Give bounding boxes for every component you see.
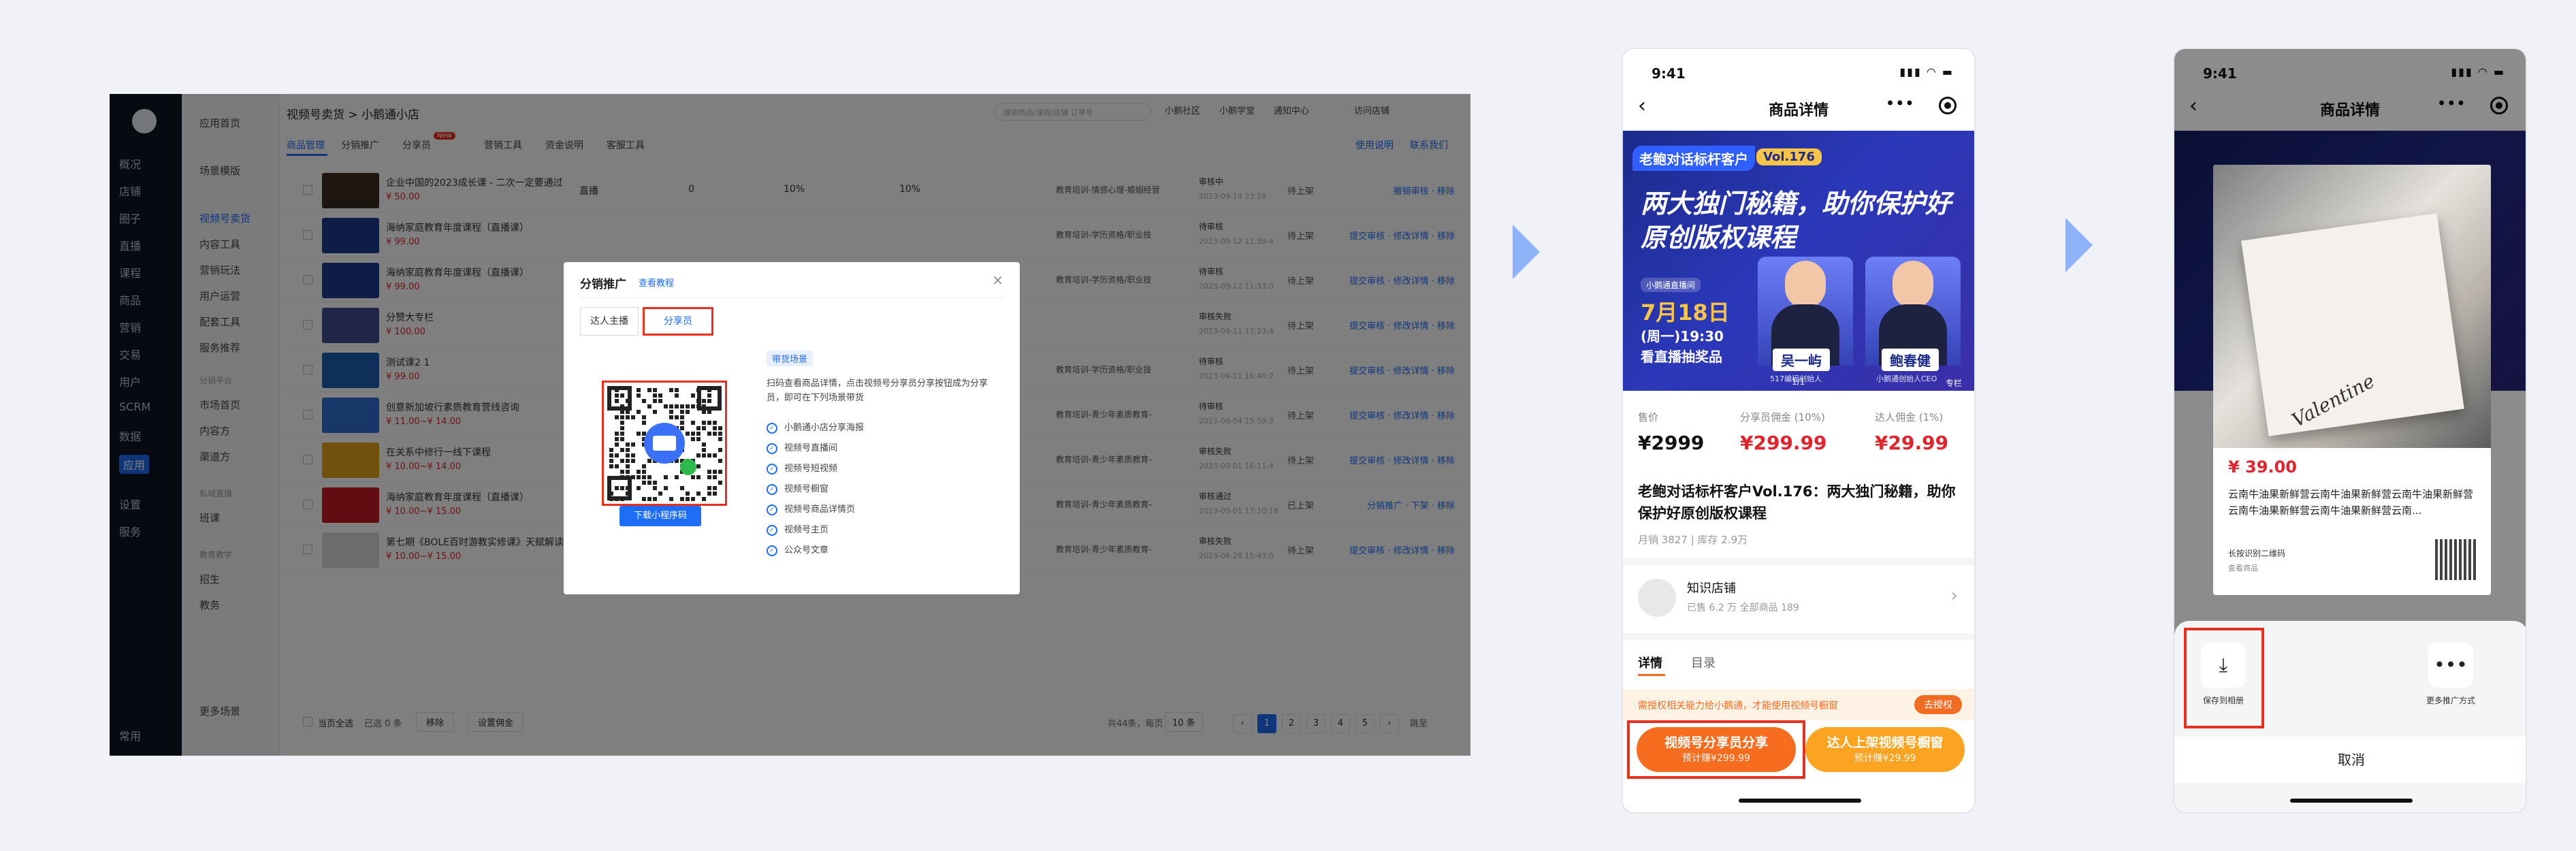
status-icons: ▮▮▮ ◠ ▬ <box>1899 65 1954 78</box>
scene-item: ✓ 视频号主页 <box>767 522 828 536</box>
scene-item-label: 视频号主页 <box>784 525 829 535</box>
distribution-modal: 分销推广 查看教程 × 达人主播 分享员 下载小程序码 带货场景 扫码查看商品详… <box>564 262 1020 594</box>
poster-subcaption: 查看商品 <box>2228 564 2258 573</box>
check-icon: ✓ <box>767 545 777 556</box>
sale-price: ¥2999 <box>1638 432 1705 454</box>
poster-price: ¥ 39.00 <box>2228 457 2297 477</box>
section-divider <box>1623 633 1974 640</box>
section-divider <box>1623 558 1974 565</box>
phone-product-detail: 9:41 ▮▮▮ ◠ ▬ ‹ 商品详情 ••• 老鲍对话标杆客户 Vol.176… <box>1622 48 1976 814</box>
scene-item: ✓ 视频号橱窗 <box>767 481 828 495</box>
share-action-sheet: ⤓ 保存到相册 ••• 更多推广方式 取消 <box>2174 621 2526 812</box>
tab-underline <box>1638 674 1665 676</box>
close-icon[interactable]: × <box>992 272 1003 288</box>
banner-vol: Vol.176 <box>1756 148 1822 165</box>
shop-avatar <box>1638 579 1676 617</box>
highlight-box <box>2184 628 2264 728</box>
scene-item-label: 视频号短视频 <box>784 464 838 474</box>
chevron-right-icon: › <box>1950 585 1958 606</box>
scene-item-label: 视频号橱窗 <box>784 484 829 494</box>
tab-sharer-highlighted[interactable]: 分享员 <box>643 307 713 336</box>
modal-title: 分销推广 <box>580 278 626 291</box>
scene-item: ✓ 公众号文章 <box>767 543 828 556</box>
banner-headline: 两大独门秘籍，助你保护好原创版权课程 <box>1641 189 1952 253</box>
scene-item: ✓ 小鹅通小店分享海报 <box>767 420 864 434</box>
qr-code-graphic <box>607 386 722 501</box>
tab-influencer[interactable]: 达人主播 <box>580 307 639 336</box>
shop-card[interactable]: 知识店铺 已售 6.2 万 全部商品 189 › <box>1638 573 1962 625</box>
scene-item-label: 小鹅通小店分享海报 <box>784 423 865 433</box>
price-label: 达人佣金 (1%) <box>1875 411 1944 423</box>
poster-caption: 长按识别二维码 <box>2228 549 2286 558</box>
product-meta: 月销 3827 | 库存 2.9万 <box>1638 534 1748 546</box>
banner-gift: 看直播抽奖品 <box>1641 349 1722 365</box>
scene-item: ✓ 视频号直播间 <box>767 440 837 454</box>
scene-item: ✓ 视频号短视频 <box>767 461 837 475</box>
check-icon: ✓ <box>767 443 777 454</box>
flow-arrow-icon <box>2065 218 2093 272</box>
button-label: 达人上架视频号橱窗 <box>1826 735 1944 750</box>
home-indicator <box>2290 799 2413 803</box>
scene-item-label: 公众号文章 <box>784 545 829 556</box>
share-poster: Valentine ¥ 39.00 云南牛油果新鲜营云南牛油果新鲜营云南牛油果新… <box>2213 165 2491 595</box>
check-icon: ✓ <box>767 422 777 434</box>
product-banner: 老鲍对话标杆客户 Vol.176 两大独门秘籍，助你保护好原创版权课程 小鹅通直… <box>1623 131 1974 391</box>
download-qr-button[interactable]: 下载小程序码 <box>619 506 701 526</box>
banner-corner: 专栏 <box>1946 379 1963 388</box>
authorize-button[interactable]: 去授权 <box>1914 695 1962 714</box>
scene-item: ✓ 视频号商品详情页 <box>767 502 855 515</box>
tab-catalog[interactable]: 目录 <box>1691 654 1716 671</box>
speaker-name: 吴一屿 <box>1773 349 1830 371</box>
home-indicator <box>1739 799 1861 803</box>
option-label: 更多推广方式 <box>2426 696 2475 705</box>
poster-qr-code <box>2435 539 2476 580</box>
product-title: 老鲍对话标杆客户Vol.176：两大独门秘籍，助你保护好原创版权课程 <box>1638 483 1956 521</box>
mini-program-qr-code <box>602 381 727 506</box>
record-icon[interactable] <box>1939 97 1957 114</box>
page-title: 商品详情 <box>1768 102 1829 119</box>
banner-date: 7月18日 <box>1641 300 1730 325</box>
price-label: 售价 <box>1638 411 1659 423</box>
check-icon: ✓ <box>767 483 777 495</box>
button-sub: 预计赚¥29.99 <box>1854 753 1916 764</box>
influencer-commission: ¥29.99 <box>1875 432 1949 454</box>
banner-time: (周一)19:30 <box>1641 328 1724 344</box>
check-icon: ✓ <box>767 463 777 475</box>
price-label: 分享员佣金 (10%) <box>1740 411 1825 423</box>
flow-arrow-icon <box>1513 225 1540 279</box>
check-icon: ✓ <box>767 524 777 536</box>
speaker-name: 鲍春健 <box>1882 349 1939 371</box>
banner-pager: 1/1 <box>1792 377 1805 387</box>
more-icon[interactable]: ••• <box>1886 94 1914 113</box>
cancel-button[interactable]: 取消 <box>2174 737 2526 783</box>
desktop-admin-window: 概况店铺圈子直播课程商品营销交易用户SCRM数据应用设置服务常用 应用首页 场景… <box>110 94 1470 756</box>
tutorial-link[interactable]: 查看教程 <box>639 276 674 289</box>
more-icon: ••• <box>2428 643 2473 688</box>
status-time: 9:41 <box>1652 65 1686 82</box>
phone-share-poster: 9:41 ▮▮▮ ◠ ▬ ‹ 商品详情 ••• Valentine ¥ 39.0… <box>2173 48 2527 814</box>
banner-badge: 老鲍对话标杆客户 <box>1632 146 1755 171</box>
scene-description: 扫码查看商品详情，点击视频号分享员分享按钮成为分享员，即可在下列场景带货 <box>767 379 988 403</box>
highlight-box <box>1627 720 1805 779</box>
scene-item-label: 视频号直播间 <box>784 443 838 453</box>
check-icon: ✓ <box>767 504 777 515</box>
notice-text: 需授权相关能力给小鹅通，才能使用视频号橱窗 <box>1638 701 1838 711</box>
sharer-commission: ¥299.99 <box>1740 432 1827 454</box>
shop-name: 知识店铺 <box>1687 581 1736 596</box>
more-promotion-option[interactable]: ••• 更多推广方式 <box>2417 636 2485 706</box>
poster-title: 云南牛油果新鲜营云南牛油果新鲜营云南牛油果新鲜营云南牛油果新鲜营云南牛油果新鲜营… <box>2228 488 2474 517</box>
scene-tag: 带货场景 <box>767 351 814 366</box>
speaker-title: 小鹅通创始人CEO <box>1876 374 1937 383</box>
influencer-showcase-button[interactable]: 达人上架视频号橱窗 预计赚¥29.99 <box>1805 727 1965 772</box>
auth-notice: 需授权相关能力给小鹅通，才能使用视频号橱窗 去授权 <box>1623 689 1974 720</box>
banner-live-tag: 小鹅通直播间 <box>1641 278 1701 292</box>
scene-item-label: 视频号商品详情页 <box>784 504 856 515</box>
tab-detail[interactable]: 详情 <box>1638 654 1662 671</box>
shop-meta: 已售 6.2 万 全部商品 189 <box>1687 603 1799 613</box>
